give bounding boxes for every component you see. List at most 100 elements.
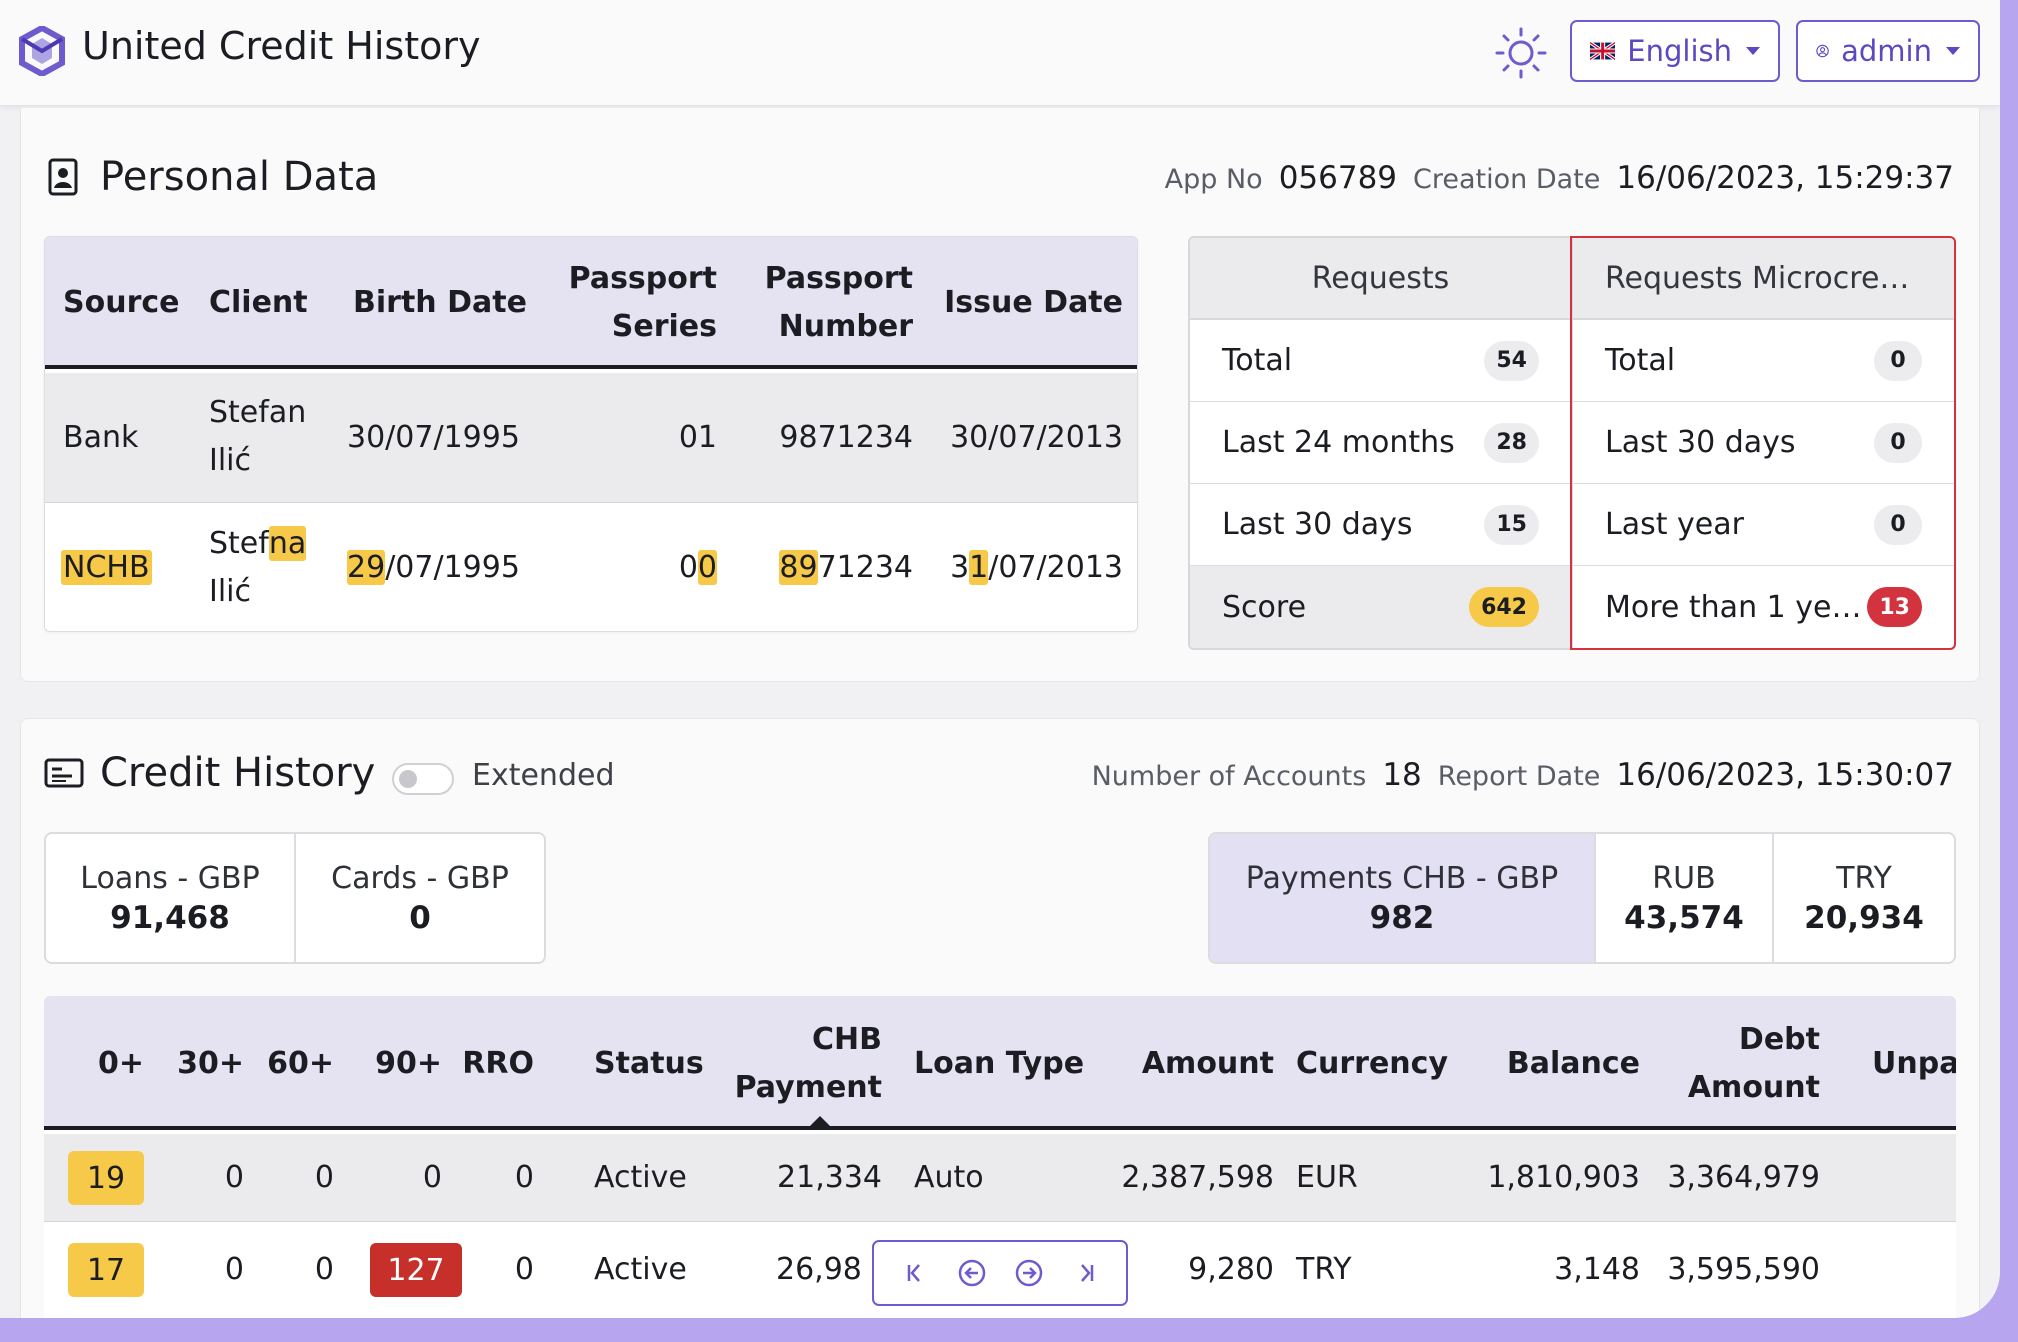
row-label: Last year bbox=[1605, 507, 1744, 542]
diff-highlight: na bbox=[268, 526, 307, 561]
extended-toggle[interactable] bbox=[392, 763, 454, 795]
total-label: Payments CHB - GBP bbox=[1245, 860, 1559, 896]
chevron-down-icon bbox=[1946, 47, 1960, 55]
theme-toggle-sun-icon[interactable] bbox=[1494, 26, 1548, 80]
column-header-balance[interactable]: Balance bbox=[1460, 1040, 1640, 1088]
language-label: English bbox=[1627, 34, 1732, 68]
app-window: United Credit History English admin Pers… bbox=[0, 0, 2000, 1318]
cell-passport-number: 8971234 bbox=[735, 544, 913, 592]
total-rub[interactable]: RUB 43,574 bbox=[1596, 834, 1774, 962]
total-try[interactable]: TRY 20,934 bbox=[1774, 834, 1954, 962]
table-row[interactable]: 19 0 0 0 0 Active 21,334 Auto 2,387,598 … bbox=[44, 1134, 1956, 1222]
total-value: 91,468 bbox=[110, 899, 230, 936]
count-badge: 0 bbox=[1874, 422, 1922, 463]
cell-debt-amount: 3,595,590 bbox=[1667, 1252, 1820, 1287]
cell-currency: EUR bbox=[1296, 1160, 1358, 1195]
requests-panel: Requests Total 54 Last 24 months 28 Last… bbox=[1188, 236, 1956, 650]
column-header-source[interactable]: Source bbox=[63, 279, 180, 327]
requests-30-days-row: Last 30 days 15 bbox=[1190, 484, 1571, 566]
cell-30-plus: 0 bbox=[224, 1160, 244, 1195]
cell-rro: 0 bbox=[514, 1252, 534, 1287]
cell-issue-date: 30/07/2013 bbox=[950, 420, 1123, 455]
header-line: Series bbox=[611, 309, 717, 344]
cell-source: Bank bbox=[63, 420, 139, 455]
column-header-90-plus[interactable]: 90+ bbox=[354, 1040, 442, 1088]
column-header-issue-date[interactable]: Issue Date bbox=[925, 279, 1123, 327]
column-header-status[interactable]: Status bbox=[594, 1040, 704, 1088]
previous-page-icon[interactable] bbox=[956, 1257, 988, 1289]
column-header-currency[interactable]: Currency bbox=[1296, 1040, 1448, 1088]
cell-amount: 2,387,598 bbox=[1121, 1160, 1274, 1195]
personal-data-table: Source Client Birth Date Passport Series… bbox=[44, 236, 1138, 632]
cell-60-plus: 0 bbox=[314, 1252, 334, 1287]
cell-60-plus: 0 bbox=[314, 1160, 334, 1195]
contact-card-icon bbox=[48, 158, 78, 196]
total-value: 43,574 bbox=[1624, 899, 1744, 936]
column-header-loan-type[interactable]: Loan Type bbox=[914, 1040, 1084, 1088]
column-header-amount[interactable]: Amount bbox=[1094, 1040, 1274, 1088]
report-meta: Number of Accounts 18 Report Date 16/06/… bbox=[1092, 757, 1954, 793]
diff-highlight: 89 bbox=[779, 550, 818, 585]
extended-label: Extended bbox=[472, 758, 615, 793]
header-line: Passport bbox=[568, 261, 717, 296]
pagination-controls bbox=[872, 1240, 1128, 1306]
column-header-passport-series[interactable]: Passport Series bbox=[545, 255, 717, 351]
cell-balance: 1,810,903 bbox=[1487, 1160, 1640, 1195]
column-header-client[interactable]: Client bbox=[209, 279, 308, 327]
micro-more-than-year-row: More than 1 ye… 13 bbox=[1573, 566, 1954, 648]
app-no-value: 056789 bbox=[1278, 160, 1398, 196]
column-header-passport-number[interactable]: Passport Number bbox=[735, 255, 913, 351]
cell-issue-date: 31/07/2013 bbox=[925, 544, 1123, 592]
total-payments-chb-gbp[interactable]: Payments CHB - GBP 982 bbox=[1210, 834, 1596, 962]
header-line: Number bbox=[778, 309, 913, 344]
column-header-rro[interactable]: RRO bbox=[448, 1040, 534, 1088]
column-header-chb-payment[interactable]: CHB Payment bbox=[724, 1016, 882, 1112]
column-header-0-plus[interactable]: 0+ bbox=[84, 1040, 144, 1088]
birth-date-rest: /07/1995 bbox=[385, 550, 520, 585]
client-last-name: Ilić bbox=[209, 443, 252, 478]
cell-balance: 3,148 bbox=[1554, 1252, 1640, 1287]
language-dropdown[interactable]: English bbox=[1570, 20, 1780, 82]
total-label: RUB bbox=[1652, 860, 1716, 896]
cell-chb-payment: 21,334 bbox=[777, 1160, 882, 1195]
cell-passport-number: 9871234 bbox=[779, 420, 913, 455]
row-label: Total bbox=[1605, 343, 1676, 378]
total-loans-gbp: Loans - GBP 91,468 bbox=[46, 834, 296, 962]
cell-90-plus: 0 bbox=[422, 1160, 442, 1195]
toggle-knob bbox=[399, 770, 417, 788]
total-cards-gbp: Cards - GBP 0 bbox=[296, 834, 544, 962]
column-header-60-plus[interactable]: 60+ bbox=[244, 1040, 334, 1088]
cell-status: Active bbox=[594, 1252, 687, 1287]
issue-rest: /07/2013 bbox=[988, 550, 1123, 585]
last-page-icon[interactable] bbox=[1070, 1257, 1102, 1289]
report-date-label: Report Date bbox=[1437, 761, 1601, 792]
header-line: Amount bbox=[1687, 1070, 1820, 1105]
app-logo-icon bbox=[19, 26, 65, 76]
user-menu-dropdown[interactable]: admin bbox=[1796, 20, 1980, 82]
requests-total-row: Total 54 bbox=[1190, 320, 1571, 402]
diff-highlight: 0 bbox=[697, 550, 717, 585]
count-badge: 28 bbox=[1484, 422, 1539, 463]
app-title: United Credit History bbox=[82, 24, 481, 68]
score-badge: 642 bbox=[1469, 587, 1539, 627]
row-label: Total bbox=[1222, 343, 1293, 378]
micro-total-row: Total 0 bbox=[1573, 320, 1954, 402]
issue-part: 3 bbox=[950, 550, 970, 585]
cell-client: Stefan Ilić bbox=[209, 389, 306, 485]
client-first-part: Stef bbox=[209, 526, 269, 561]
table-row: Bank Stefan Ilić 30/07/1995 01 9871234 3… bbox=[45, 373, 1137, 503]
requests-column: Requests Total 54 Last 24 months 28 Last… bbox=[1190, 238, 1573, 648]
column-header-debt-amount[interactable]: Debt Amount bbox=[1650, 1016, 1820, 1112]
creation-date-label: Creation Date bbox=[1413, 164, 1601, 195]
table-header: Source Client Birth Date Passport Series… bbox=[45, 237, 1137, 369]
column-header-30-plus[interactable]: 30+ bbox=[154, 1040, 244, 1088]
chevron-down-icon bbox=[1746, 47, 1760, 55]
column-header-birth-date[interactable]: Birth Date bbox=[353, 279, 527, 327]
requests-title: Requests bbox=[1190, 238, 1571, 320]
top-bar: United Credit History English admin bbox=[0, 0, 2000, 106]
next-page-icon[interactable] bbox=[1013, 1257, 1045, 1289]
column-header-unpaid[interactable]: Unpa bbox=[1872, 1040, 1956, 1088]
first-page-icon[interactable] bbox=[899, 1257, 931, 1289]
cell-currency: TRY bbox=[1296, 1252, 1352, 1287]
app-no-label: App No bbox=[1164, 164, 1263, 195]
